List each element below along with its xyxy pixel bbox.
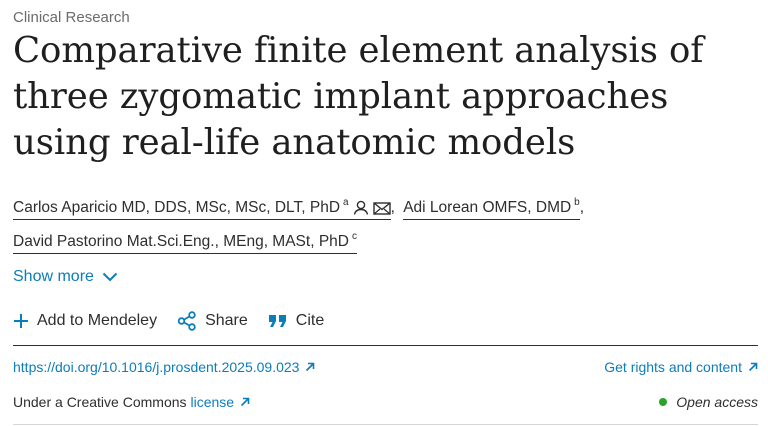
article-title: Comparative finite element analysis of t… [13, 30, 704, 163]
share-icon [177, 311, 197, 331]
quote-icon [268, 313, 288, 329]
divider [13, 424, 758, 425]
chevron-down-icon [102, 272, 118, 282]
author-link[interactable]: Carlos Aparicio MD, DDS, MSc, MSc, DLT, … [13, 193, 391, 220]
share-label: Share [205, 312, 248, 329]
envelope-icon[interactable] [372, 202, 391, 215]
add-to-mendeley-label: Add to Mendeley [37, 312, 158, 329]
article-category: Clinical Research [13, 9, 130, 26]
external-arrow-icon [240, 397, 250, 407]
author-separator: , [579, 199, 585, 216]
person-icon[interactable] [353, 200, 369, 215]
author-separator: , [390, 199, 395, 216]
external-arrow-icon [305, 362, 315, 372]
divider [13, 345, 758, 346]
license-prefix: Under a Creative Commons [13, 394, 187, 410]
open-access-badge: Open access [659, 394, 758, 410]
share-button[interactable]: Share [177, 311, 248, 331]
add-to-mendeley-button[interactable]: Add to Mendeley [13, 312, 157, 330]
plus-icon [13, 313, 29, 329]
cite-label: Cite [295, 312, 325, 329]
show-more-button[interactable]: Show more [13, 268, 118, 286]
license-link[interactable]: license [191, 394, 235, 410]
rights-label: Get rights and content [604, 359, 742, 375]
author-list: Carlos Aparicio MD, DDS, MSc, MSc, DLT, … [13, 193, 758, 255]
author-name: David Pastorino Mat.Sci.Eng., MEng, MASt… [13, 233, 349, 250]
open-access-label: Open access [676, 394, 758, 410]
rights-link[interactable]: Get rights and content [604, 359, 758, 375]
author-name: Carlos Aparicio MD, DDS, MSc, MSc, DLT, … [13, 199, 341, 216]
open-access-dot-icon [659, 398, 668, 406]
author-link[interactable]: Adi Lorean OMFS, DMD b [403, 193, 580, 220]
show-more-label: Show more [13, 268, 94, 285]
author-affiliation-sup: c [351, 231, 357, 242]
author-name: Adi Lorean OMFS, DMD [403, 199, 572, 216]
article-actions: Add to Mendeley Share Cite [13, 311, 344, 331]
author-affiliation-sup: a [343, 197, 349, 208]
doi-link[interactable]: https://doi.org/10.1016/j.prosdent.2025.… [13, 359, 315, 375]
doi-label: https://doi.org/10.1016/j.prosdent.2025.… [13, 359, 300, 375]
license-row: Under a Creative Commons license [13, 394, 250, 410]
cite-button[interactable]: Cite [268, 312, 324, 330]
author-link[interactable]: David Pastorino Mat.Sci.Eng., MEng, MASt… [13, 227, 357, 254]
external-arrow-icon [748, 362, 758, 372]
